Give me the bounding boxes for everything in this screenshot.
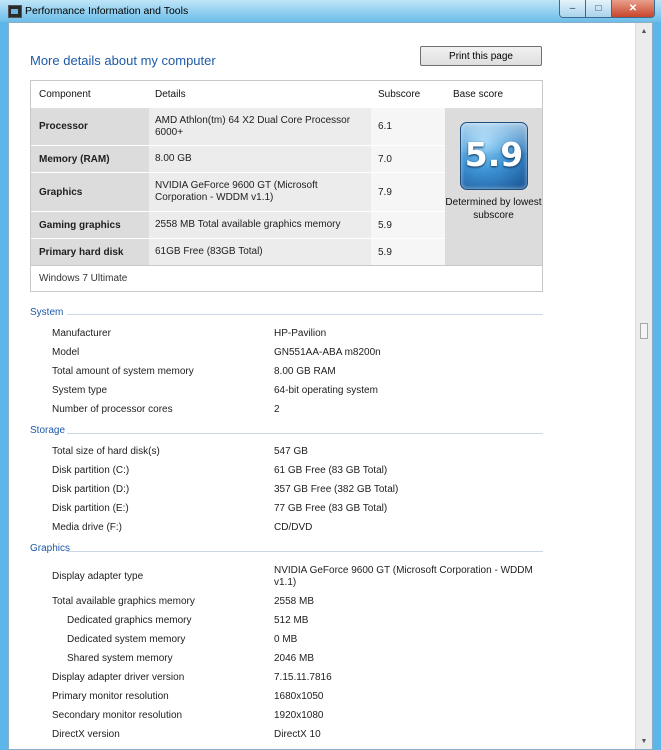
detail-label: Number of processor cores: [52, 404, 173, 415]
component-subscore: 7.0: [371, 146, 445, 172]
section-divider: [67, 314, 543, 315]
detail-label: Primary monitor resolution: [52, 691, 169, 702]
detail-value: GN551AA-ABA m8200n: [274, 347, 381, 358]
windows-experience-index-badge: 5.9: [460, 122, 528, 190]
detail-value: 2558 MB: [274, 596, 315, 607]
detail-label: Media drive (F:): [52, 522, 123, 533]
component-details: NVIDIA GeForce 9600 GT (Microsoft Corpor…: [149, 173, 371, 211]
header-component: Component: [39, 89, 91, 100]
window-controls: – □ ✕: [559, 0, 655, 18]
detail-value: 7.15.11.7816: [274, 672, 332, 683]
detail-value: NVIDIA GeForce 9600 GT (Microsoft Corpor…: [274, 565, 533, 588]
detail-label: Disk partition (E:): [52, 503, 129, 514]
score-row-processor: Processor AMD Athlon(tm) 64 X2 Dual Core…: [31, 108, 445, 145]
detail-label: Display adapter type: [52, 571, 144, 582]
detail-label: Dedicated graphics memory: [67, 615, 192, 626]
print-page-button[interactable]: Print this page: [420, 46, 542, 66]
detail-value: DirectX 10: [274, 729, 321, 740]
detail-label: Total available graphics memory: [52, 596, 195, 607]
score-table: Component Details Subscore Base score Pr…: [30, 80, 543, 292]
title-bar: Performance Information and Tools – □ ✕: [0, 0, 661, 22]
detail-label: Total amount of system memory: [52, 366, 194, 377]
performance-app-icon: [8, 5, 22, 18]
component-subscore: 5.9: [371, 212, 445, 238]
detail-value: 1680x1050: [274, 691, 324, 702]
page-content: More details about my computer Print thi…: [9, 23, 637, 749]
detail-label: Model: [52, 347, 80, 358]
section-title-storage: Storage: [30, 425, 66, 436]
detail-value: 64-bit operating system: [274, 385, 378, 396]
page-title: More details about my computer: [30, 53, 216, 68]
detail-value: HP-Pavilion: [274, 328, 327, 339]
detail-label: Shared system memory: [67, 653, 173, 664]
scroll-down-arrow-icon[interactable]: ▼: [636, 733, 652, 749]
component-details: 2558 MB Total available graphics memory: [149, 212, 371, 238]
detail-value: 0 MB: [274, 634, 298, 645]
section-divider: [67, 551, 543, 552]
header-subscore: Subscore: [378, 89, 421, 100]
detail-value: 357 GB Free (382 GB Total): [274, 484, 399, 495]
component-name: Primary hard disk: [31, 239, 149, 265]
detail-value: 512 MB: [274, 615, 309, 626]
detail-label: Secondary monitor resolution: [52, 710, 183, 721]
component-subscore: 7.9: [371, 173, 445, 211]
component-subscore: 6.1: [371, 108, 445, 145]
component-name: Gaming graphics: [31, 212, 149, 238]
section-title-graphics: Graphics: [30, 543, 71, 554]
score-row-hard-disk: Primary hard disk 61GB Free (83GB Total)…: [31, 239, 445, 265]
detail-label: Disk partition (C:): [52, 465, 130, 476]
window-client-area: More details about my computer Print thi…: [8, 22, 653, 750]
section-title-system: System: [30, 307, 64, 318]
scroll-up-arrow-icon[interactable]: ▲: [636, 23, 652, 39]
detail-value: 2046 MB: [274, 653, 315, 664]
base-score-value: 5.9: [464, 135, 524, 174]
header-details: Details: [155, 89, 186, 100]
header-base-score: Base score: [453, 89, 504, 100]
window-title: Performance Information and Tools: [25, 5, 189, 17]
detail-label: Display adapter driver version: [52, 672, 185, 683]
component-subscore: 5.9: [371, 239, 445, 265]
scrollbar-thumb[interactable]: [640, 323, 648, 339]
detail-value: 77 GB Free (83 GB Total): [274, 503, 388, 514]
detail-label: Dedicated system memory: [67, 634, 186, 645]
maximize-button[interactable]: □: [586, 0, 612, 17]
detail-label: Manufacturer: [52, 328, 111, 339]
detail-value: CD/DVD: [274, 522, 313, 533]
component-name: Processor: [31, 108, 149, 145]
detail-value: 547 GB: [274, 446, 308, 457]
score-row-graphics: Graphics NVIDIA GeForce 9600 GT (Microso…: [31, 173, 445, 211]
detail-value: 61 GB Free (83 GB Total): [274, 465, 388, 476]
section-divider: [67, 433, 543, 434]
base-score-column: 5.9 Determined by lowest subscore: [445, 108, 542, 265]
score-row-memory: Memory (RAM) 8.00 GB 7.0: [31, 146, 445, 172]
detail-value: 8.00 GB RAM: [274, 366, 336, 377]
detail-label: DirectX version: [52, 729, 120, 740]
base-score-note: Determined by lowest subscore: [445, 197, 542, 221]
os-edition: Windows 7 Ultimate: [31, 265, 542, 291]
component-details: 8.00 GB: [149, 146, 371, 172]
detail-label: Disk partition (D:): [52, 484, 130, 495]
score-row-gaming-graphics: Gaming graphics 2558 MB Total available …: [31, 212, 445, 238]
vertical-scrollbar[interactable]: ▲ ▼: [635, 23, 652, 749]
minimize-button[interactable]: –: [560, 0, 586, 17]
component-details: AMD Athlon(tm) 64 X2 Dual Core Processor…: [149, 108, 371, 145]
detail-value: 1920x1080: [274, 710, 324, 721]
component-name: Memory (RAM): [31, 146, 149, 172]
component-details: 61GB Free (83GB Total): [149, 239, 371, 265]
detail-value: 2: [274, 404, 280, 415]
detail-label: System type: [52, 385, 108, 396]
detail-label: Total size of hard disk(s): [52, 446, 160, 457]
component-name: Graphics: [31, 173, 149, 211]
close-button[interactable]: ✕: [612, 0, 654, 17]
